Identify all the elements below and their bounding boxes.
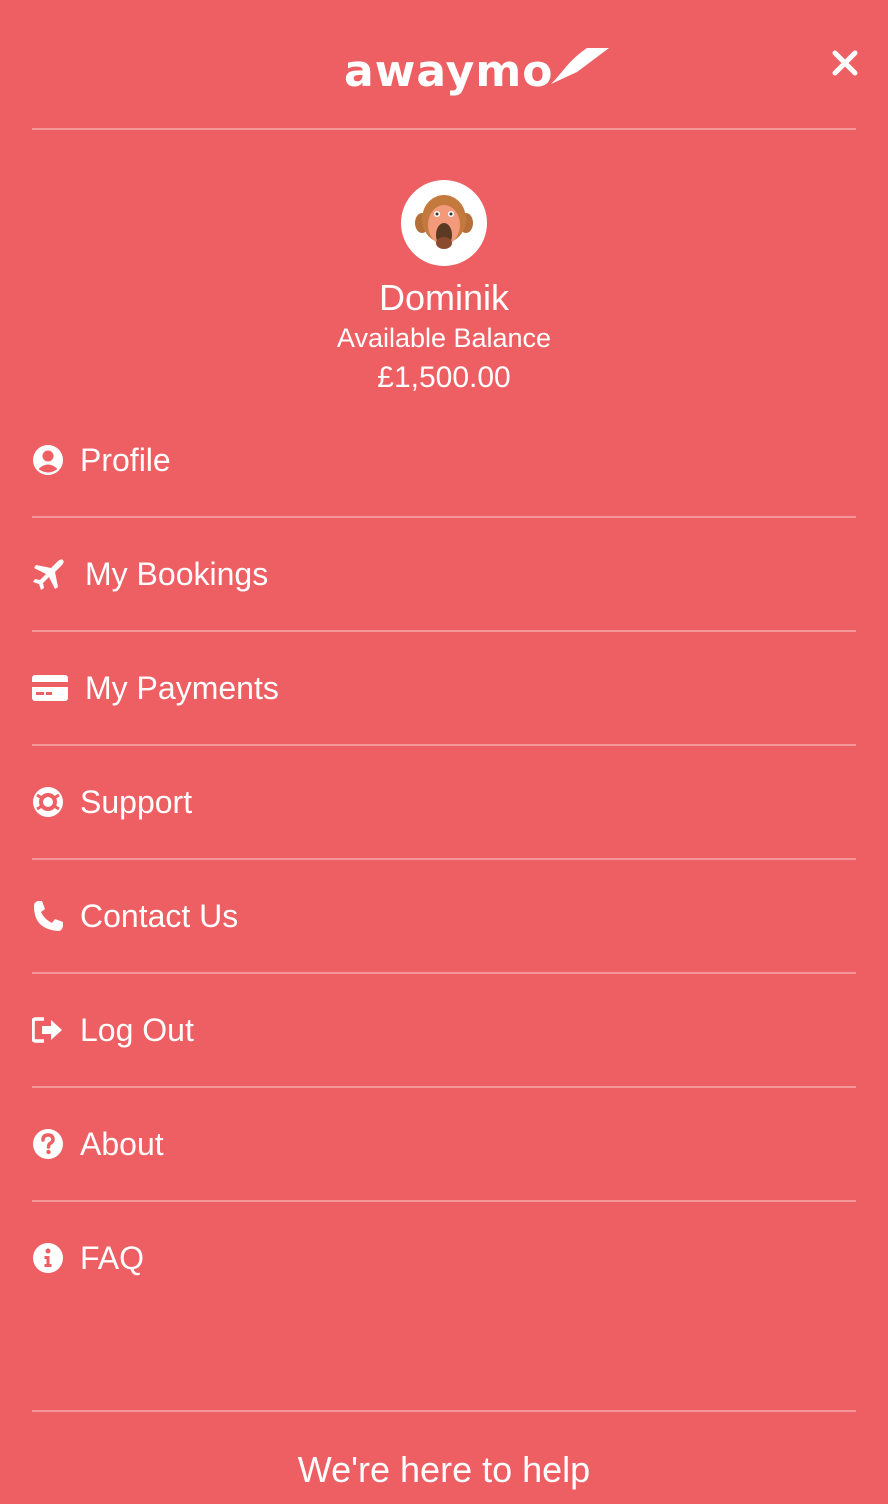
life-ring-icon	[32, 784, 68, 820]
menu-item-faq[interactable]: FAQ	[32, 1202, 856, 1314]
side-menu: Profile My Bookings My Payments Support …	[32, 404, 856, 1314]
swoosh-icon	[551, 48, 610, 84]
menu-item-profile[interactable]: Profile	[32, 404, 856, 518]
menu-label-contact-us: Contact Us	[80, 898, 239, 934]
user-circle-icon	[32, 442, 68, 478]
menu-label-profile: Profile	[80, 442, 171, 478]
header-divider	[32, 128, 856, 130]
menu-label-support: Support	[80, 784, 193, 820]
app-header: awaymo	[0, 0, 888, 128]
logo-text: awaymo	[344, 46, 554, 97]
user-name: Dominik	[378, 277, 510, 318]
credit-card-icon	[32, 670, 68, 706]
menu-item-about[interactable]: About	[32, 1088, 856, 1202]
plane-icon	[32, 556, 68, 592]
menu-label-about: About	[80, 1126, 164, 1162]
user-profile-section: Dominik Available Balance £1,500.00	[0, 180, 888, 398]
menu-label-faq: FAQ	[80, 1240, 145, 1276]
close-icon	[832, 50, 858, 76]
sign-out-icon	[32, 1012, 68, 1048]
menu-item-support[interactable]: Support	[32, 746, 856, 860]
footer-divider	[32, 1410, 856, 1412]
menu-item-my-bookings[interactable]: My Bookings	[32, 518, 856, 632]
footer-help-text[interactable]: We're here to help	[0, 1446, 888, 1494]
awaymo-logo[interactable]: awaymo	[344, 30, 611, 94]
balance-label: Available Balance	[336, 323, 552, 353]
avatar[interactable]	[401, 180, 487, 266]
monkey-avatar-icon	[415, 195, 473, 249]
close-button[interactable]	[826, 44, 864, 82]
question-circle-icon	[32, 1126, 68, 1162]
menu-label-log-out: Log Out	[80, 1012, 194, 1048]
menu-label-my-payments: My Payments	[85, 670, 279, 706]
menu-item-contact-us[interactable]: Contact Us	[32, 860, 856, 974]
balance-value: £1,500.00	[377, 361, 511, 394]
menu-label-my-bookings: My Bookings	[85, 556, 269, 592]
menu-item-log-out[interactable]: Log Out	[32, 974, 856, 1088]
menu-item-my-payments[interactable]: My Payments	[32, 632, 856, 746]
phone-icon	[32, 898, 68, 934]
info-circle-icon	[32, 1240, 68, 1276]
